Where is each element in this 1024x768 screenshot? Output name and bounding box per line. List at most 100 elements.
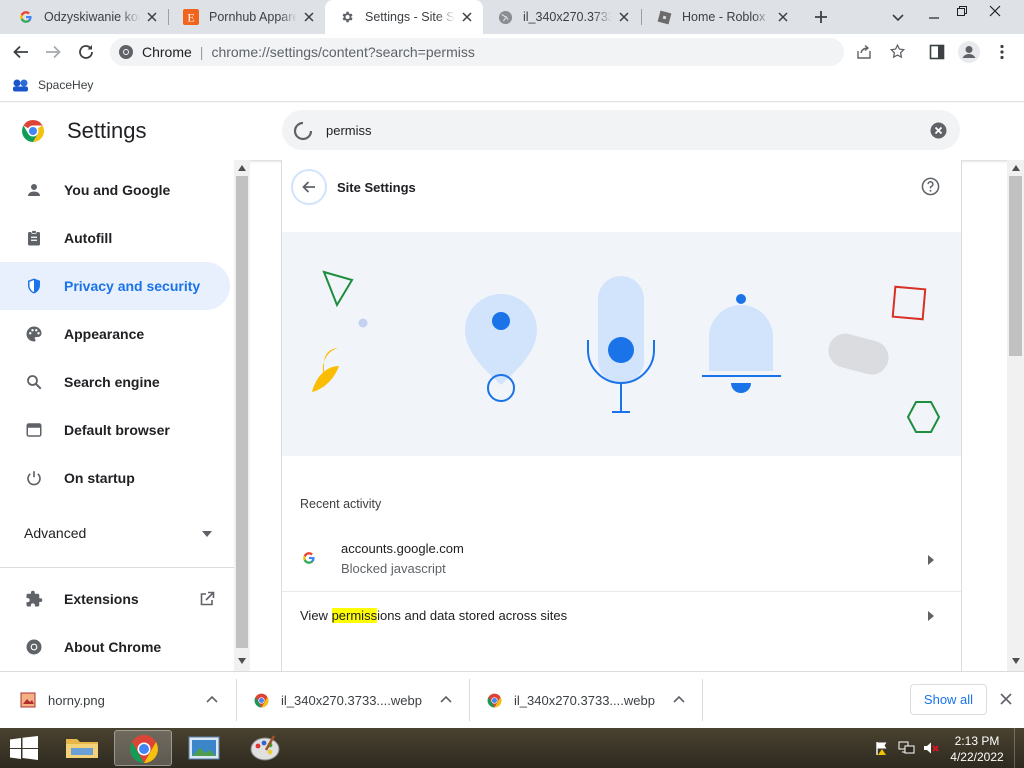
arrow-right-icon[interactable] <box>928 555 934 565</box>
sidebar-item-label: Default browser <box>64 422 170 438</box>
google-g-icon <box>18 9 34 25</box>
sidebar-item-label: You and Google <box>64 182 171 198</box>
chevron-up-icon[interactable] <box>673 695 685 703</box>
system-clock[interactable]: 2:13 PM 4/22/2022 <box>950 733 1004 765</box>
sidebar-item-search-engine[interactable]: Search engine <box>0 358 230 406</box>
sidebar-item-extensions[interactable]: Extensions <box>0 575 230 623</box>
sidebar-item-privacy-and-security[interactable]: Privacy and security <box>0 262 230 310</box>
clock-time: 2:13 PM <box>954 734 1000 748</box>
sidebar-item-you-and-google[interactable]: You and Google <box>0 166 230 214</box>
roblox-icon <box>656 9 672 25</box>
sidebar-item-default-browser[interactable]: Default browser <box>0 406 230 454</box>
arrow-right-icon[interactable] <box>928 611 934 621</box>
clipboard-icon <box>24 228 44 248</box>
svg-text:E: E <box>187 11 194 25</box>
close-tab-icon[interactable] <box>616 9 632 25</box>
sidebar-item-label: On startup <box>64 470 135 486</box>
side-panel-icon[interactable] <box>929 44 945 60</box>
scroll-up-arrow-icon[interactable] <box>238 165 246 171</box>
search-input[interactable]: permiss <box>326 123 372 138</box>
back-arrow-icon <box>302 181 315 193</box>
tab-title: Home - Roblox <box>682 10 766 24</box>
help-icon[interactable] <box>921 177 940 196</box>
menu-dots-icon[interactable] <box>999 44 1005 60</box>
etsy-e-icon: E <box>183 9 199 25</box>
tab-odzyskiwanie[interactable]: Odzyskiwanie kor <box>4 0 168 34</box>
close-tab-icon[interactable] <box>144 9 160 25</box>
main-scrollbar-thumb[interactable] <box>1009 176 1022 356</box>
windows-start-icon[interactable] <box>10 736 38 760</box>
show-all-button[interactable]: Show all <box>910 684 987 715</box>
forward-arrow-icon[interactable] <box>44 43 62 61</box>
tab-title: il_340x270.37337 <box>523 10 612 24</box>
bookmark-star-icon[interactable] <box>889 43 906 60</box>
download-filename: il_340x270.3733....webp <box>281 692 422 708</box>
taskbar-chrome[interactable] <box>114 730 172 766</box>
close-window-icon[interactable] <box>988 4 1002 18</box>
person-icon <box>24 180 44 200</box>
back-button[interactable] <box>291 169 327 205</box>
address-bar[interactable]: Chrome | chrome://settings/content?searc… <box>110 38 906 66</box>
download-item[interactable]: il_340x270.3733....webp <box>487 671 697 729</box>
taskbar-paint[interactable] <box>236 730 294 766</box>
sidebar-item-autofill[interactable]: Autofill <box>0 214 230 262</box>
action-center-flag-icon[interactable] <box>874 740 890 756</box>
tab-roblox[interactable]: Home - Roblox <box>642 0 799 34</box>
sidebar-divider <box>0 567 234 568</box>
search-highlight: permiss <box>331 608 378 623</box>
download-separator <box>469 679 470 721</box>
chevron-up-icon[interactable] <box>206 695 218 703</box>
image-file-icon <box>20 692 36 708</box>
close-tab-icon[interactable] <box>459 9 475 25</box>
chevron-up-icon[interactable] <box>440 695 452 703</box>
new-tab-icon[interactable] <box>810 6 832 28</box>
scroll-down-arrow-icon[interactable] <box>1012 658 1020 664</box>
taskbar-photo-viewer[interactable] <box>175 730 233 766</box>
sidebar-item-on-startup[interactable]: On startup <box>0 454 230 502</box>
site-settings-illustration <box>282 232 961 456</box>
sidebar-item-about-chrome[interactable]: About Chrome <box>0 623 230 671</box>
show-desktop-button[interactable] <box>1014 728 1024 768</box>
tab-search-icon[interactable] <box>890 9 906 25</box>
sidebar-item-label: Search engine <box>64 374 160 390</box>
profile-avatar-icon[interactable] <box>958 41 980 63</box>
clear-search-icon[interactable] <box>930 122 947 139</box>
close-tab-icon[interactable] <box>775 9 791 25</box>
chrome-logo-icon <box>487 693 502 708</box>
spacehey-icon <box>12 78 30 92</box>
bookmark-label: SpaceHey <box>38 78 94 92</box>
share-icon[interactable] <box>856 44 872 60</box>
download-filename: il_340x270.3733....webp <box>514 692 655 708</box>
minimize-icon[interactable] <box>926 9 942 25</box>
settings-search-box[interactable] <box>282 110 960 150</box>
scroll-up-arrow-icon[interactable] <box>1012 165 1020 171</box>
volume-muted-icon[interactable] <box>922 740 940 756</box>
omnibox-divider: | <box>199 44 204 60</box>
back-arrow-icon[interactable] <box>12 43 30 61</box>
puzzle-piece-icon <box>24 589 44 609</box>
taskbar-file-explorer[interactable] <box>53 730 111 766</box>
restore-icon[interactable] <box>955 4 969 18</box>
download-item[interactable]: horny.png <box>20 671 230 729</box>
sidebar-scrollbar-thumb[interactable] <box>236 176 248 648</box>
reload-icon[interactable] <box>77 43 95 61</box>
search-icon <box>24 372 44 392</box>
tab-pornhub-apparel[interactable]: E Pornhub Apparel <box>169 0 325 34</box>
tab-image[interactable]: il_340x270.37337 <box>483 0 640 34</box>
download-item[interactable]: il_340x270.3733....webp <box>254 671 464 729</box>
network-icon[interactable] <box>898 740 916 756</box>
paint-palette-icon <box>250 735 280 761</box>
advanced-section-toggle[interactable]: Advanced <box>24 525 86 541</box>
close-download-bar-icon[interactable] <box>1000 693 1012 705</box>
dropdown-arrow-icon[interactable] <box>202 531 212 537</box>
page-title: Settings <box>67 118 147 143</box>
section-title: Site Settings <box>337 180 416 195</box>
open-in-new-icon[interactable] <box>199 591 215 607</box>
bookmark-spacehey[interactable]: SpaceHey <box>12 75 93 95</box>
url-text[interactable]: chrome://settings/content?search=permiss <box>211 44 474 60</box>
close-tab-icon[interactable] <box>301 9 317 25</box>
scroll-down-arrow-icon[interactable] <box>238 658 246 664</box>
tab-settings[interactable]: Settings - Site Set <box>325 0 483 34</box>
sidebar-item-appearance[interactable]: Appearance <box>0 310 230 358</box>
hexagon-decoration <box>906 401 941 433</box>
